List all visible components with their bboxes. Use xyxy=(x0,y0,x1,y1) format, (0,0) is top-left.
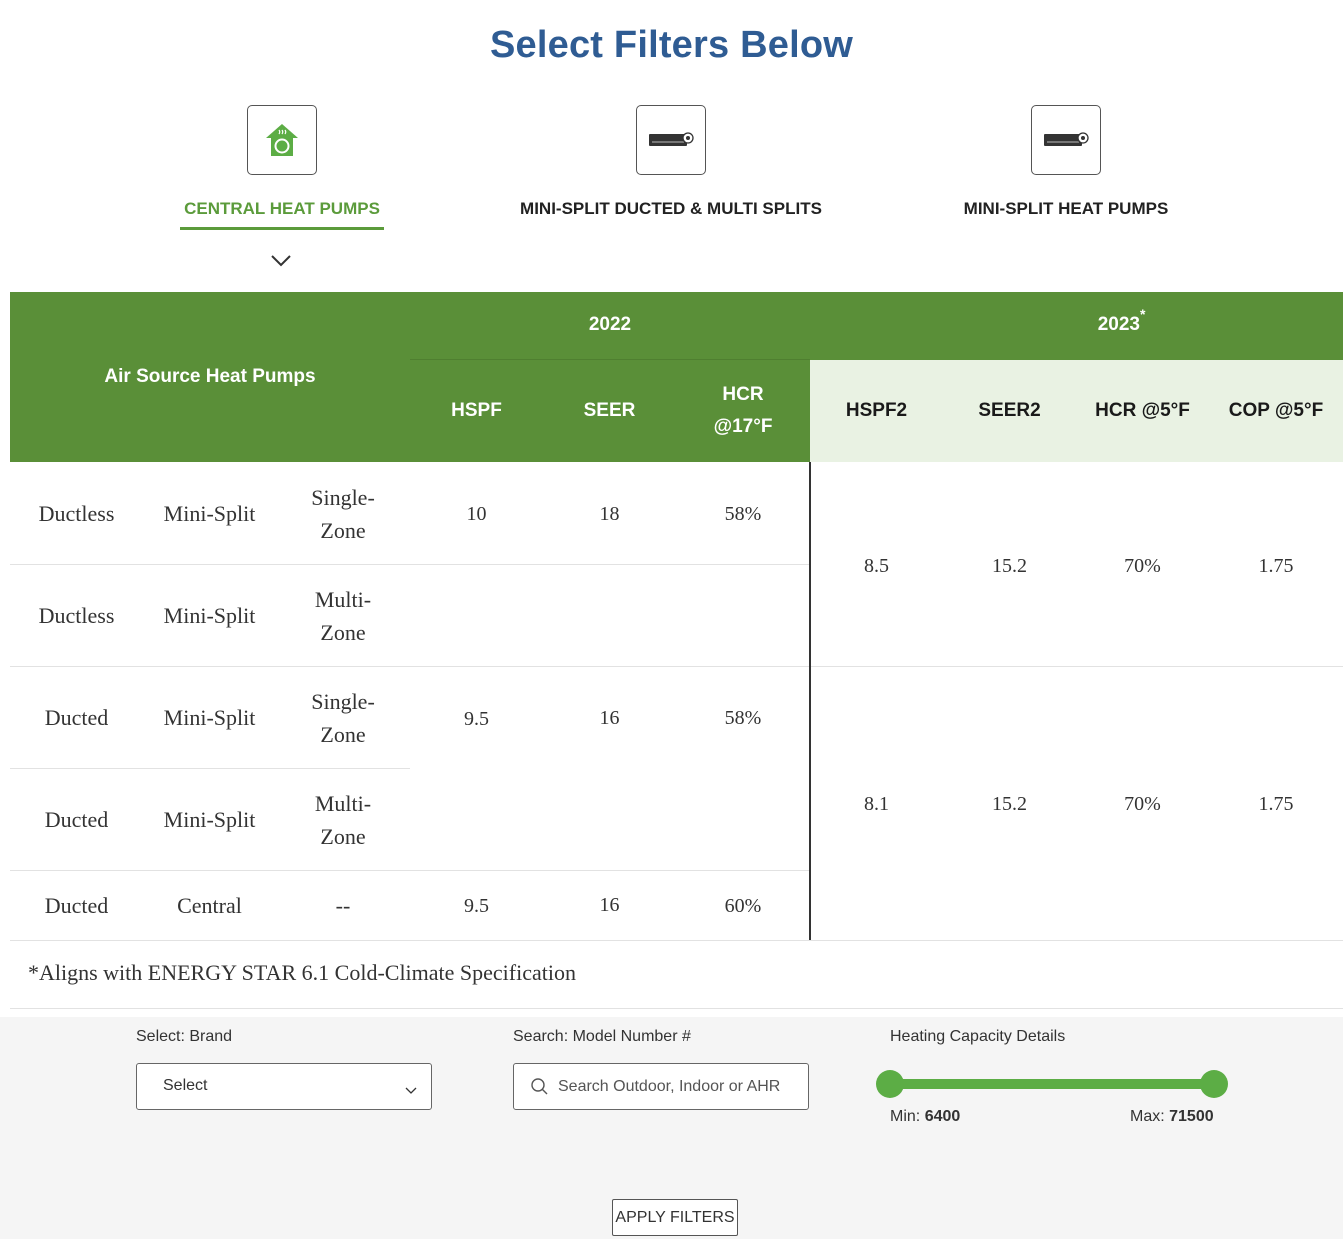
col-header-hcr: HCR xyxy=(722,384,764,405)
value-hspf2: 8.1 xyxy=(864,793,889,815)
header-divider xyxy=(410,359,810,360)
chevron-down-icon xyxy=(405,1082,417,1100)
row-type: Ducted xyxy=(44,705,109,730)
row-zone: Zone xyxy=(320,518,366,543)
col-header-hcr-temp: @17°F xyxy=(713,416,773,437)
mini-split-unit-icon xyxy=(636,105,706,175)
capacity-min-handle[interactable] xyxy=(876,1070,904,1098)
model-search-field[interactable] xyxy=(513,1063,809,1110)
row-zone: Zone xyxy=(320,722,366,747)
model-label: Search: Model Number # xyxy=(513,1028,691,1045)
row-system: Mini-Split xyxy=(163,501,256,526)
value-seer2: 15.2 xyxy=(992,793,1027,815)
row-zone: Multi- xyxy=(314,791,372,816)
row-type: Ductless xyxy=(38,501,115,526)
tab-mini-split-ducted-multi[interactable]: MINI-SPLIT DUCTED & MULTI SPLITS xyxy=(510,105,832,219)
efficiency-table: Air Source Heat Pumps 2022 2023 * HSPF S… xyxy=(10,292,1343,1009)
value-hcr: 60% xyxy=(724,895,762,917)
row-system: Central xyxy=(177,893,242,918)
value-hspf: 9.5 xyxy=(464,895,489,917)
tab-label: CENTRAL HEAT PUMPS xyxy=(184,199,380,218)
value-hspf2: 8.5 xyxy=(864,555,889,577)
value-seer: 16 xyxy=(599,707,620,729)
value-hspf: 9.5 xyxy=(464,708,489,730)
table-footnote: *Aligns with ENERGY STAR 6.1 Cold-Climat… xyxy=(28,960,576,985)
row-type: Ducted xyxy=(44,893,109,918)
row-divider xyxy=(10,940,1343,941)
house-heat-pump-icon xyxy=(247,105,317,175)
year-divider xyxy=(809,462,811,940)
chevron-down-icon[interactable] xyxy=(270,254,292,273)
capacity-label: Heating Capacity Details xyxy=(890,1028,1066,1045)
apply-filters-button[interactable]: APPLY FILTERS xyxy=(612,1199,738,1236)
tab-central-heat-pumps[interactable]: CENTRAL HEAT PUMPS xyxy=(180,105,384,230)
group-2023: 2023 xyxy=(1097,314,1140,335)
brand-select-value: Select xyxy=(163,1077,208,1094)
row-zone: Multi- xyxy=(314,587,372,612)
row-divider xyxy=(10,666,1343,667)
value-hcr-5f: 70% xyxy=(1124,793,1161,815)
value-hcr: 58% xyxy=(724,707,762,729)
row-header-title: Air Source Heat Pumps xyxy=(104,366,316,387)
capacity-slider-track[interactable] xyxy=(890,1079,1214,1089)
col-header-cop-5f: COP @5°F xyxy=(1228,400,1324,421)
col-header-hspf2: HSPF2 xyxy=(845,400,908,421)
brand-label: Select: Brand xyxy=(136,1028,233,1045)
min-value: 6400 xyxy=(924,1108,961,1125)
value-hcr: 58% xyxy=(724,503,762,525)
group-2022: 2022 xyxy=(588,314,632,335)
row-zone: Zone xyxy=(320,824,366,849)
capacity-min-readout: Min: 6400 xyxy=(890,1108,960,1126)
row-zone: Zone xyxy=(320,620,366,645)
model-search-input[interactable] xyxy=(558,1074,798,1100)
value-hcr-5f: 70% xyxy=(1124,555,1161,577)
active-tab-underline xyxy=(180,227,384,230)
col-header-hcr-5f: HCR @5°F xyxy=(1095,400,1190,421)
value-cop-5f: 1.75 xyxy=(1258,555,1294,577)
search-icon xyxy=(530,1077,550,1102)
mini-split-unit-icon xyxy=(1031,105,1101,175)
col-header-hspf: HSPF xyxy=(451,400,502,421)
capacity-max-handle[interactable] xyxy=(1200,1070,1228,1098)
row-system: Mini-Split xyxy=(163,603,256,628)
row-divider xyxy=(10,564,810,565)
row-system: Mini-Split xyxy=(163,807,256,832)
page-title: Select Filters Below xyxy=(489,24,853,66)
value-seer: 16 xyxy=(599,894,620,916)
tab-mini-split-heat-pumps[interactable]: MINI-SPLIT HEAT PUMPS xyxy=(955,105,1177,219)
value-seer2: 15.2 xyxy=(992,555,1027,577)
col-header-seer: SEER xyxy=(583,400,636,421)
min-label: Min: xyxy=(890,1108,921,1125)
max-value: 71500 xyxy=(1169,1108,1214,1125)
tab-label: MINI-SPLIT HEAT PUMPS xyxy=(963,199,1169,218)
row-system: Mini-Split xyxy=(163,705,256,730)
filters-panel: Select: Brand Select Search: Model Numbe… xyxy=(0,1017,1343,1239)
value-hspf: 10 xyxy=(466,503,487,525)
max-label: Max: xyxy=(1130,1108,1165,1125)
tab-label: MINI-SPLIT DUCTED & MULTI SPLITS xyxy=(520,199,822,218)
row-type: Ducted xyxy=(44,807,109,832)
row-divider xyxy=(10,1008,1343,1009)
row-type: Ductless xyxy=(38,603,115,628)
row-zone: Single- xyxy=(311,689,375,714)
row-zone: Single- xyxy=(311,485,375,510)
value-cop-5f: 1.75 xyxy=(1258,793,1294,815)
row-divider xyxy=(10,870,810,871)
row-zone: -- xyxy=(335,893,351,918)
group-2023-mark: * xyxy=(1140,306,1146,322)
capacity-max-readout: Max: 71500 xyxy=(1130,1108,1214,1126)
brand-select[interactable]: Select xyxy=(136,1063,432,1110)
col-header-seer2: SEER2 xyxy=(978,400,1041,421)
value-seer: 18 xyxy=(599,503,620,525)
row-divider xyxy=(10,768,410,769)
